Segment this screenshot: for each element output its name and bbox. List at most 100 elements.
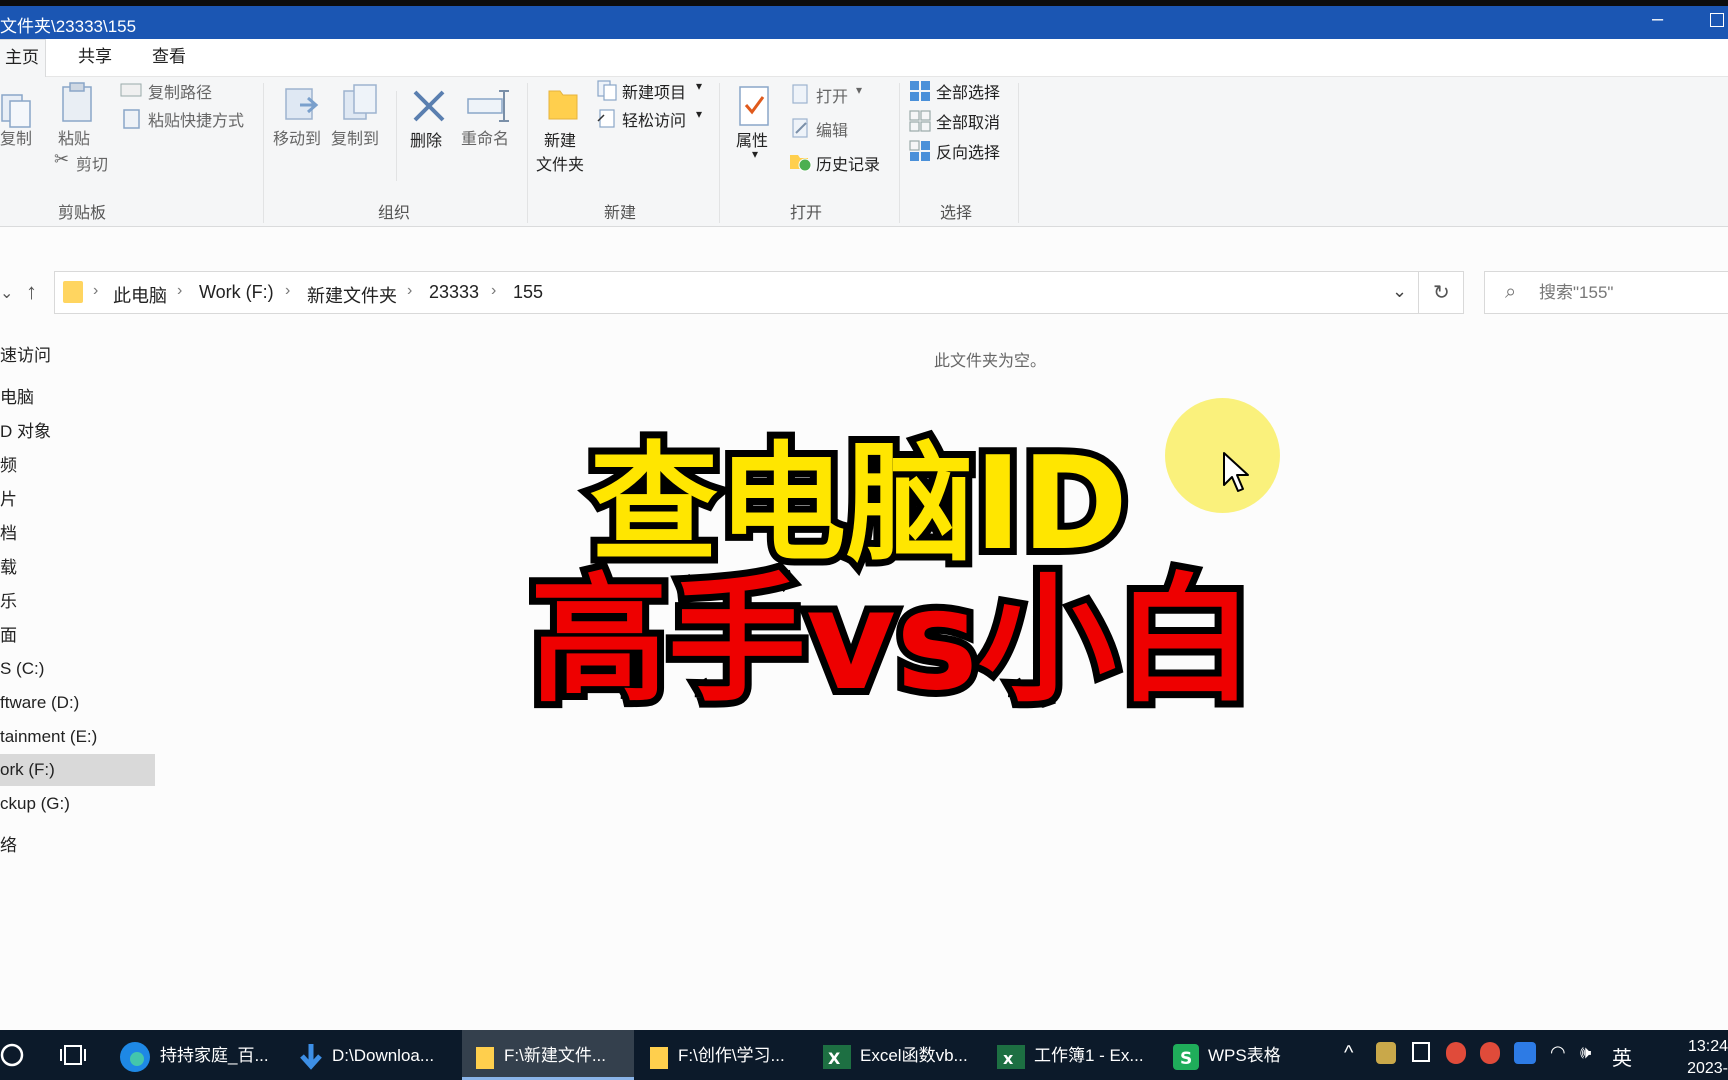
new-item-button[interactable]: 新建项目 — [622, 79, 686, 103]
nav-item-drive-c[interactable]: S (C:) — [0, 653, 155, 685]
nav-item-3d-objects[interactable]: D 对象 — [0, 416, 155, 448]
paste-shortcut-button[interactable]: 粘贴快捷方式 — [148, 107, 244, 131]
search-input[interactable] — [1539, 280, 1719, 306]
breadcrumb-separator: › — [177, 282, 183, 299]
chevron-down-icon: ▾ — [696, 107, 703, 121]
nav-item-music[interactable]: 乐 — [0, 586, 155, 618]
tab-share[interactable]: 共享 — [72, 39, 118, 77]
paste-icon — [62, 82, 92, 122]
copy-button[interactable]: 复制 — [0, 125, 32, 149]
nav-item-quick-access[interactable]: 速访问 — [0, 340, 155, 372]
nav-item-drive-g[interactable]: ckup (G:) — [0, 788, 155, 820]
rename-icon — [467, 90, 509, 122]
copy-path-icon — [120, 83, 142, 97]
breadcrumb-155[interactable]: 155 — [513, 282, 543, 303]
tray-window-icon[interactable] — [1412, 1042, 1430, 1062]
overlay-caption-line2: 高手vs小白 — [523, 553, 1261, 728]
navigation-pane: 速访问 电脑 D 对象 频 片 档 载 乐 面 S (C:) ftware (D… — [0, 340, 160, 1030]
breadcrumb-23333[interactable]: 23333 — [429, 282, 479, 303]
ime-indicator[interactable]: 英 — [1612, 1042, 1632, 1071]
edge-icon — [120, 1041, 150, 1072]
edit-button[interactable]: 编辑 — [816, 117, 848, 141]
qq-icon[interactable] — [1480, 1042, 1500, 1064]
volume-icon[interactable]: 🕪 — [1580, 1042, 1591, 1063]
taskbar-item-explorer[interactable]: F:\创作\学习... — [648, 1030, 818, 1080]
chevron-up-icon[interactable]: ^ — [1344, 1042, 1353, 1065]
security-tray-icon[interactable] — [1514, 1042, 1536, 1064]
select-none-button[interactable]: 全部取消 — [936, 109, 1000, 133]
invert-selection-icon — [909, 140, 930, 161]
tab-view[interactable]: 查看 — [146, 39, 192, 77]
group-separator — [263, 83, 264, 223]
taskbar-item-wps[interactable]: S WPS表格 — [1172, 1030, 1302, 1080]
breadcrumb-new-folder[interactable]: 新建文件夹 — [307, 282, 397, 308]
cut-button[interactable]: 剪切 — [76, 151, 108, 175]
recent-locations-icon[interactable]: ⌄ — [0, 283, 13, 303]
open-button[interactable]: 打开 — [816, 83, 848, 107]
group-separator — [719, 83, 720, 223]
nav-item-drive-f[interactable]: ork (F:) — [0, 754, 155, 786]
new-folder-icon — [548, 90, 578, 120]
new-folder-button-line1[interactable]: 新建 — [544, 127, 576, 151]
rename-button[interactable]: 重命名 — [461, 125, 509, 149]
folder-icon — [650, 1046, 668, 1069]
group-separator — [396, 91, 397, 181]
maximize-button[interactable] — [1710, 13, 1724, 27]
taskbar-item-downloads[interactable]: D:\Downloa... — [298, 1030, 458, 1080]
clock-date: 2023-05- — [1687, 1060, 1728, 1077]
nav-item-downloads[interactable]: 载 — [0, 552, 155, 584]
svg-text:x: x — [1003, 1049, 1014, 1068]
new-folder-button-line2[interactable]: 文件夹 — [536, 151, 584, 175]
nav-item-network[interactable]: 络 — [0, 830, 155, 862]
task-view-icon[interactable] — [60, 1043, 86, 1067]
cortana-search-icon[interactable] — [0, 1042, 26, 1068]
taskbar-item-explorer-active[interactable]: F:\新建文件... — [462, 1030, 634, 1080]
nav-item-pictures[interactable]: 片 — [0, 484, 155, 516]
up-arrow-icon[interactable]: ↑ — [26, 279, 37, 305]
taskbar-item-label: WPS表格 — [1208, 1046, 1281, 1065]
nav-item-videos[interactable]: 频 — [0, 450, 155, 482]
clock[interactable]: 13:24 2023-05- — [1665, 1036, 1728, 1080]
move-to-button[interactable]: 移动到 — [273, 125, 321, 149]
tray-app-icon[interactable] — [1376, 1042, 1396, 1064]
qq-icon[interactable] — [1446, 1042, 1466, 1064]
invert-selection-button[interactable]: 反向选择 — [936, 139, 1000, 163]
nav-item-desktop[interactable]: 面 — [0, 620, 155, 652]
taskbar-item-excel-vb[interactable]: X Excel函数vb... — [822, 1030, 992, 1080]
group-separator — [527, 83, 528, 223]
delete-button[interactable]: 删除 — [410, 127, 442, 151]
history-button[interactable]: 历史记录 — [816, 151, 880, 175]
breadcrumb-work-drive[interactable]: Work (F:) — [199, 282, 274, 303]
svg-text:X: X — [828, 1049, 841, 1068]
nav-item-documents[interactable]: 档 — [0, 518, 155, 550]
screen: 文件夹\23333\155 – 主页 共享 查看 复制 粘贴 复制路径 粘贴快捷… — [0, 0, 1728, 1080]
taskbar-item-label: 持持家庭_百... — [160, 1046, 269, 1065]
download-arrow-icon — [300, 1043, 322, 1070]
easy-access-button[interactable]: 轻松访问 — [622, 107, 686, 131]
group-label-organize: 组织 — [378, 205, 411, 222]
nav-item-this-pc[interactable]: 电脑 — [0, 382, 155, 414]
ribbon: 复制 粘贴 复制路径 粘贴快捷方式 ✂ 剪切 剪贴板 移动到 复制到 删除 重命… — [0, 77, 1728, 227]
copy-to-button[interactable]: 复制到 — [331, 125, 379, 149]
tab-home[interactable]: 主页 — [0, 39, 46, 77]
copy-path-button[interactable]: 复制路径 — [148, 79, 212, 103]
move-to-icon — [285, 88, 319, 120]
breadcrumb-this-pc[interactable]: 此电脑 — [113, 282, 167, 308]
nav-item-drive-d[interactable]: ftware (D:) — [0, 687, 155, 719]
search-box[interactable]: ⌕ — [1484, 271, 1728, 314]
nav-item-drive-e[interactable]: tainment (E:) — [0, 721, 155, 753]
mouse-cursor-icon — [1223, 452, 1249, 492]
edit-icon — [792, 118, 808, 138]
taskbar-item-edge[interactable]: 持持家庭_百... — [118, 1030, 278, 1080]
wifi-icon[interactable]: ◠ — [1550, 1042, 1566, 1063]
refresh-icon[interactable]: ↻ — [1433, 280, 1450, 305]
paste-button[interactable]: 粘贴 — [58, 125, 90, 149]
breadcrumb-separator: › — [285, 282, 291, 299]
clock-time: 13:24 — [1687, 1038, 1728, 1055]
taskbar-item-excel-workbook[interactable]: x 工作簿1 - Ex... — [996, 1030, 1166, 1080]
address-bar[interactable]: › 此电脑 › Work (F:) › 新建文件夹 › 23333 › 155 … — [54, 271, 1464, 314]
select-all-button[interactable]: 全部选择 — [936, 79, 1000, 103]
minimize-button[interactable]: – — [1652, 8, 1663, 31]
open-icon — [792, 84, 808, 104]
chevron-down-icon[interactable]: ⌄ — [1392, 281, 1407, 302]
